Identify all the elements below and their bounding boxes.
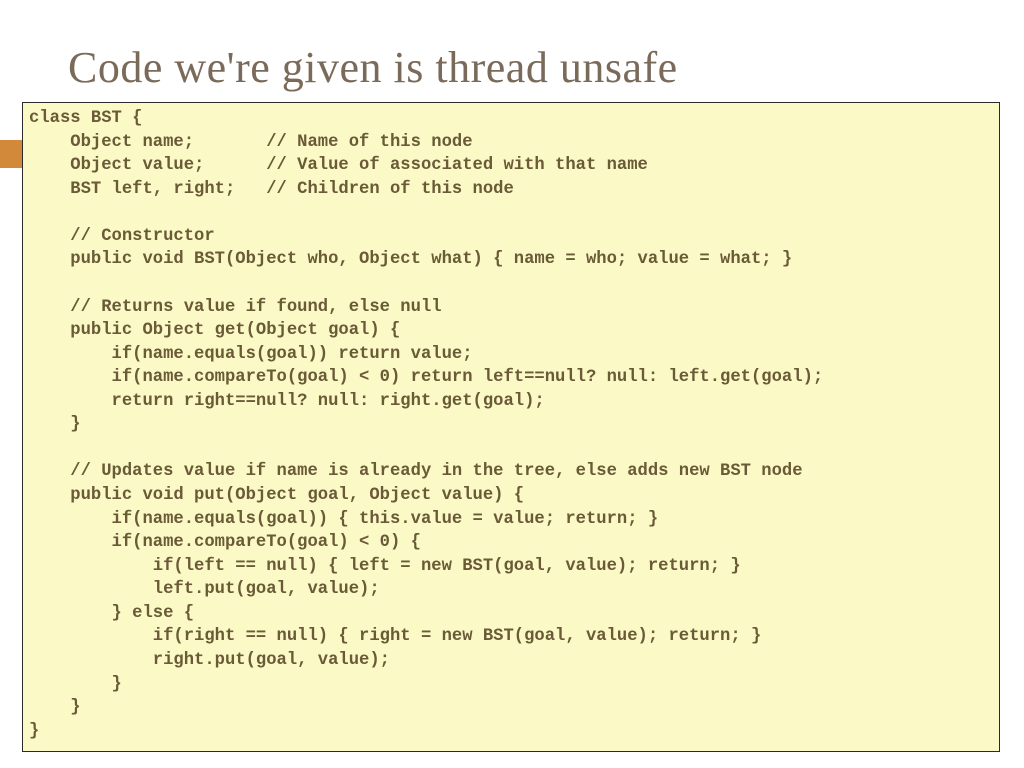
code-content: class BST { Object name; // Name of this… [29,107,993,743]
code-block: class BST { Object name; // Name of this… [22,102,1000,752]
slide-title: Code we're given is thread unsafe [68,42,678,93]
